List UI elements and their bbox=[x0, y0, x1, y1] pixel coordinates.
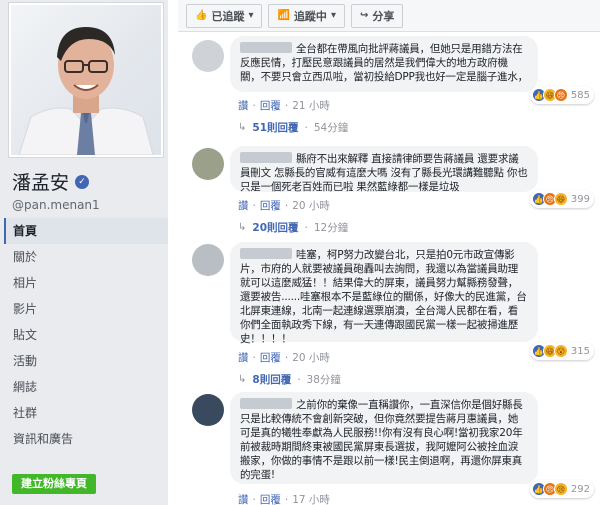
sidebar-item-community[interactable]: 社群 bbox=[4, 400, 168, 426]
sidebar-item-about[interactable]: 關於 bbox=[4, 244, 168, 270]
sidebar-item-videos[interactable]: 影片 bbox=[4, 296, 168, 322]
chevron-down-icon: ▾ bbox=[248, 10, 254, 21]
like-page-button[interactable]: 👍 已追蹤 ▾ bbox=[186, 3, 263, 28]
share-page-label: 分享 bbox=[372, 9, 395, 23]
commenter-name-blurred[interactable] bbox=[240, 42, 292, 53]
share-page-button[interactable]: ↪ 分享 bbox=[350, 3, 404, 28]
commenter-name-blurred[interactable] bbox=[240, 398, 292, 409]
sidebar-item-home[interactable]: 首頁 bbox=[4, 218, 168, 244]
comment-text: 全台都在帶風向批評蔣議員，但她只是用錯方法在反應民情，打壓民意跟議員的居然是我們… bbox=[240, 42, 528, 83]
reaction-count: 399 bbox=[570, 193, 590, 205]
angry-reaction-icon: 😠 bbox=[553, 88, 568, 102]
rss-icon: 📶 bbox=[277, 10, 290, 21]
comment-actions: 讚 · 回覆 · 20 小時 bbox=[238, 198, 330, 213]
comment-time[interactable]: 17 小時 bbox=[292, 492, 330, 505]
follow-page-label: 追蹤中 bbox=[293, 9, 327, 23]
sidebar-item-events[interactable]: 活動 bbox=[4, 348, 168, 374]
comment-bubble: 哇塞，柯P努力改變台北，只是拍0元市政宣傳影片，市府的人就要被議員砲轟叫去詢問，… bbox=[230, 242, 538, 345]
comment-time[interactable]: 20 小時 bbox=[292, 198, 330, 213]
comment-bubble: 縣府不出來解釋 直接請律師要告蔣議員 還要求議員刪文 怎縣長的官威有這麼大嗎 沒… bbox=[230, 146, 538, 193]
sidebar-nav: 首頁 關於 相片 影片 貼文 活動 網誌 社群 資訊和廣告 bbox=[4, 218, 168, 452]
comment-text: 之前你的棄像一直稱讚你，一直深信你是個好縣長只是比較傳統不會創新突破，但你竟然要… bbox=[240, 398, 523, 481]
reply-arrow-icon: ↳ bbox=[238, 222, 247, 233]
commenter-avatar[interactable] bbox=[192, 148, 224, 180]
view-replies-row[interactable]: ↳ 51則回覆 · 54分鐘 bbox=[238, 120, 348, 135]
like-comment-link[interactable]: 讚 bbox=[238, 98, 249, 113]
comment-actions: 讚 · 回覆 · 20 小時 bbox=[238, 350, 330, 365]
follow-page-button[interactable]: 📶 追蹤中 ▾ bbox=[268, 3, 345, 28]
sad-reaction-icon: 😢 bbox=[553, 482, 568, 496]
verified-badge-icon: ✓ bbox=[75, 174, 90, 189]
comment-text: 縣府不出來解釋 直接請律師要告蔣議員 還要求議員刪文 怎縣長的官威有這麼大嗎 沒… bbox=[240, 152, 528, 193]
comment-time[interactable]: 21 小時 bbox=[292, 98, 330, 113]
replies-time: 38分鐘 bbox=[306, 374, 341, 386]
comment-actions: 讚 · 回覆 · 17 小時 bbox=[238, 492, 330, 505]
chevron-down-icon: ▾ bbox=[330, 10, 336, 21]
reaction-summary[interactable]: 👍 😆 😠 585 bbox=[529, 86, 594, 104]
profile-photo[interactable] bbox=[8, 2, 164, 158]
reply-comment-link[interactable]: 回覆 bbox=[260, 492, 281, 505]
main-content: 👍 已追蹤 ▾ 📶 追蹤中 ▾ ↪ 分享 全台都在帶風向批評蔣議員，但她只是用錯… bbox=[178, 0, 600, 505]
reaction-summary[interactable]: 👍 😆 😮 315 bbox=[529, 342, 594, 360]
comment-bubble: 全台都在帶風向批評蔣議員，但她只是用錯方法在反應民情，打壓民意跟議員的居然是我們… bbox=[230, 36, 538, 92]
view-replies-row[interactable]: ↳ 8則回覆 · 38分鐘 bbox=[238, 372, 341, 387]
comment-time[interactable]: 20 小時 bbox=[292, 350, 330, 365]
reply-arrow-icon: ↳ bbox=[238, 374, 247, 385]
like-page-label: 已追蹤 bbox=[211, 9, 245, 23]
reaction-count: 292 bbox=[570, 483, 590, 495]
commenter-avatar[interactable] bbox=[192, 40, 224, 72]
sidebar-item-notes[interactable]: 網誌 bbox=[4, 374, 168, 400]
share-arrow-icon: ↪ bbox=[359, 10, 369, 21]
reply-comment-link[interactable]: 回覆 bbox=[260, 98, 281, 113]
reaction-count: 585 bbox=[570, 89, 590, 101]
reply-comment-link[interactable]: 回覆 bbox=[260, 198, 281, 213]
sidebar-item-photos[interactable]: 相片 bbox=[4, 270, 168, 296]
commenter-avatar[interactable] bbox=[192, 394, 224, 426]
reaction-summary[interactable]: 👍 😠 😢 292 bbox=[529, 480, 594, 498]
page-name[interactable]: 潘孟安 ✓ bbox=[12, 168, 90, 195]
wow-reaction-icon: 😮 bbox=[553, 344, 568, 358]
sidebar-item-posts[interactable]: 貼文 bbox=[4, 322, 168, 348]
view-replies-row[interactable]: ↳ 20則回覆 · 12分鐘 bbox=[238, 220, 348, 235]
like-comment-link[interactable]: 讚 bbox=[238, 492, 249, 505]
sidebar-item-info-and-ads[interactable]: 資訊和廣告 bbox=[4, 426, 168, 452]
commenter-name-blurred[interactable] bbox=[240, 248, 292, 259]
left-sidebar: 潘孟安 ✓ @pan.menan1 首頁 關於 相片 影片 貼文 活動 網誌 社… bbox=[0, 0, 168, 505]
like-comment-link[interactable]: 讚 bbox=[238, 350, 249, 365]
view-replies-link[interactable]: 8則回覆 bbox=[252, 372, 291, 387]
view-replies-link[interactable]: 20則回覆 bbox=[252, 220, 298, 235]
commenter-name-blurred[interactable] bbox=[240, 152, 292, 163]
replies-time: 12分鐘 bbox=[313, 222, 349, 234]
view-replies-link[interactable]: 51則回覆 bbox=[252, 120, 298, 135]
thumbs-up-icon: 👍 bbox=[195, 10, 208, 21]
page-username[interactable]: @pan.menan1 bbox=[12, 198, 100, 212]
comment-bubble: 之前你的棄像一直稱讚你，一直深信你是個好縣長只是比較傳統不會創新突破，但你竟然要… bbox=[230, 392, 538, 484]
comment-text: 哇塞，柯P努力改變台北，只是拍0元市政宣傳影片，市府的人就要被議員砲轟叫去詢問，… bbox=[240, 248, 527, 345]
reply-comment-link[interactable]: 回覆 bbox=[260, 350, 281, 365]
reply-arrow-icon: ↳ bbox=[238, 122, 247, 133]
page-name-text: 潘孟安 bbox=[12, 172, 70, 194]
replies-time: 54分鐘 bbox=[313, 122, 349, 134]
profile-photo-image bbox=[11, 5, 161, 155]
commenter-avatar[interactable] bbox=[192, 244, 224, 276]
comment-actions: 讚 · 回覆 · 21 小時 bbox=[238, 98, 330, 113]
reaction-summary[interactable]: 👍 😠 😆 399 bbox=[529, 190, 594, 208]
create-page-button[interactable]: 建立粉絲專頁 bbox=[12, 474, 96, 494]
page-action-bar: 👍 已追蹤 ▾ 📶 追蹤中 ▾ ↪ 分享 bbox=[178, 0, 600, 32]
reaction-count: 315 bbox=[570, 345, 590, 357]
like-comment-link[interactable]: 讚 bbox=[238, 198, 249, 213]
haha-reaction-icon: 😆 bbox=[553, 192, 568, 206]
